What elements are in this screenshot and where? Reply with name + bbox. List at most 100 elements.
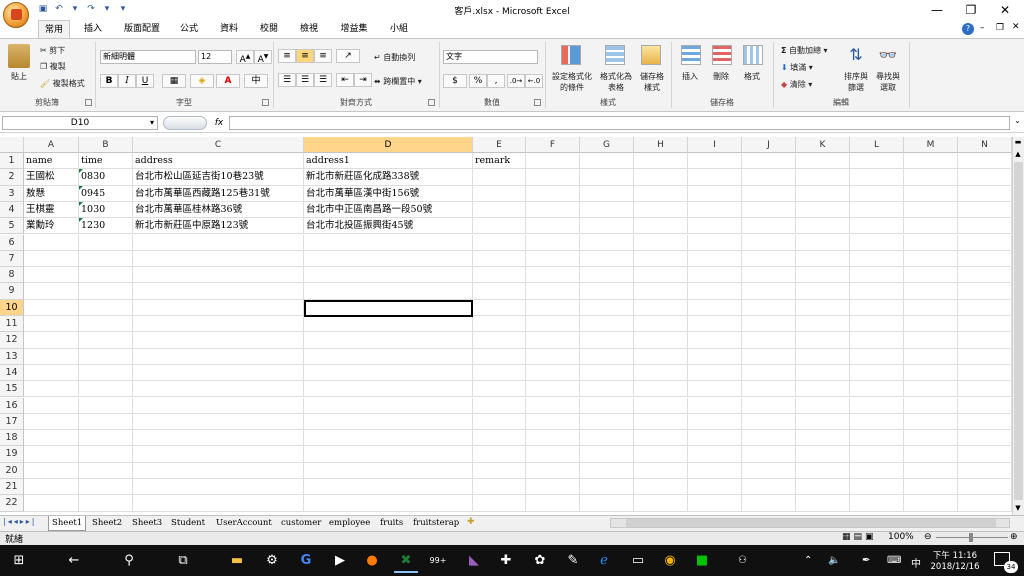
cell-h15[interactable]	[634, 381, 688, 398]
cell-h11[interactable]	[634, 316, 688, 333]
cell-b18[interactable]	[79, 430, 133, 447]
row-header-13[interactable]: 13	[0, 348, 24, 365]
cell-h8[interactable]	[634, 267, 688, 284]
align-right-icon[interactable]: ☰	[314, 73, 332, 87]
cell-m9[interactable]	[904, 283, 958, 300]
row-header-10[interactable]: 10	[0, 299, 24, 316]
row-header-14[interactable]: 14	[0, 364, 24, 382]
cell-c22[interactable]	[133, 495, 304, 512]
keyboard-icon[interactable]: ⌨	[887, 555, 901, 566]
cell-n15[interactable]	[958, 381, 1012, 398]
file-explorer-icon[interactable]: ▬	[227, 551, 247, 571]
cell-d14[interactable]	[304, 364, 473, 382]
expand-formula-icon[interactable]: ⌄	[1012, 116, 1023, 130]
cell-c16[interactable]	[133, 397, 304, 414]
increase-decimal-icon[interactable]: .0→	[507, 74, 525, 88]
horizontal-scroll-thumb[interactable]	[626, 519, 996, 527]
cell-i16[interactable]	[688, 397, 742, 414]
cell-g9[interactable]	[580, 283, 634, 300]
cell-a17[interactable]	[24, 413, 79, 431]
clock-date[interactable]: 2018/12/16	[928, 562, 982, 572]
cell-e1[interactable]: remark	[473, 153, 526, 170]
cell-e21[interactable]	[473, 479, 526, 496]
cell-n19[interactable]	[958, 446, 1012, 463]
cell-e14[interactable]	[473, 364, 526, 382]
cell-f6[interactable]	[526, 234, 580, 251]
cell-n18[interactable]	[958, 430, 1012, 447]
cell-h12[interactable]	[634, 332, 688, 349]
cell-a11[interactable]	[24, 316, 79, 333]
cell-l21[interactable]	[850, 479, 904, 496]
cell-d2[interactable]: 新北市新莊區化成路338號	[304, 169, 473, 186]
row-header-20[interactable]: 20	[0, 462, 24, 479]
format-painter-button[interactable]: 🖌 複製格式	[40, 78, 85, 89]
merge-center-button[interactable]: ⬌ 跨欄置中 ▾	[374, 76, 422, 87]
insert-cells-icon[interactable]	[681, 45, 701, 65]
cell-c20[interactable]	[133, 462, 304, 479]
cell-k17[interactable]	[796, 413, 850, 431]
paste-label[interactable]: 貼上	[11, 71, 27, 82]
cell-l17[interactable]	[850, 413, 904, 431]
cell-e8[interactable]	[473, 267, 526, 284]
cell-a9[interactable]	[24, 283, 79, 300]
cell-g8[interactable]	[580, 267, 634, 284]
cell-g18[interactable]	[580, 430, 634, 447]
cell-m6[interactable]	[904, 234, 958, 251]
cell-c12[interactable]	[133, 332, 304, 349]
cell-k18[interactable]	[796, 430, 850, 447]
cell-c15[interactable]	[133, 381, 304, 398]
cell-e4[interactable]	[473, 201, 526, 219]
column-header-c[interactable]: C	[133, 137, 304, 153]
cell-d19[interactable]	[304, 446, 473, 463]
cell-d9[interactable]	[304, 283, 473, 300]
view-buttons[interactable]: ▦▤▣	[842, 532, 877, 542]
conditional-format-button[interactable]: 設定格式化 的條件	[549, 71, 595, 93]
autosum-button[interactable]: Σ 自動加總 ▾	[781, 45, 828, 56]
row-header-12[interactable]: 12	[0, 332, 24, 349]
cell-a14[interactable]	[24, 364, 79, 382]
cell-a12[interactable]	[24, 332, 79, 349]
cell-c14[interactable]	[133, 364, 304, 382]
cell-i20[interactable]	[688, 462, 742, 479]
cut-button[interactable]: ✂ 剪下	[40, 45, 65, 56]
cell-m10[interactable]	[904, 299, 958, 316]
cell-b13[interactable]	[79, 348, 133, 365]
column-header-b[interactable]: B	[79, 137, 133, 153]
cell-k15[interactable]	[796, 381, 850, 398]
cell-c10[interactable]	[133, 299, 304, 316]
cell-i9[interactable]	[688, 283, 742, 300]
cell-k2[interactable]	[796, 169, 850, 186]
ribbon-restore-icon[interactable]: ❐	[996, 23, 1004, 33]
cell-i1[interactable]	[688, 153, 742, 170]
cell-l6[interactable]	[850, 234, 904, 251]
cell-l15[interactable]	[850, 381, 904, 398]
tab-insert[interactable]: 插入	[78, 20, 108, 38]
cell-b16[interactable]	[79, 397, 133, 414]
cell-m3[interactable]	[904, 185, 958, 202]
cell-e22[interactable]	[473, 495, 526, 512]
cell-l11[interactable]	[850, 316, 904, 333]
cell-n20[interactable]	[958, 462, 1012, 479]
sheet-tab-sheet1[interactable]: Sheet1	[48, 516, 87, 531]
cell-e18[interactable]	[473, 430, 526, 447]
column-header-m[interactable]: M	[904, 137, 958, 153]
cell-b4[interactable]: 1030	[79, 201, 133, 219]
cell-f2[interactable]	[526, 169, 580, 186]
insert-sheet-icon[interactable]: ✚	[467, 517, 475, 527]
cell-n1[interactable]	[958, 153, 1012, 170]
cell-n8[interactable]	[958, 267, 1012, 284]
cell-n5[interactable]	[958, 218, 1012, 235]
clipboard-launcher-icon[interactable]	[85, 99, 92, 106]
cell-m4[interactable]	[904, 201, 958, 219]
cell-f9[interactable]	[526, 283, 580, 300]
cell-e5[interactable]	[473, 218, 526, 235]
cell-e17[interactable]	[473, 413, 526, 431]
cell-a16[interactable]	[24, 397, 79, 414]
cell-c19[interactable]	[133, 446, 304, 463]
italic-button[interactable]: I	[118, 74, 136, 88]
cell-f22[interactable]	[526, 495, 580, 512]
scroll-down-icon[interactable]: ▼	[1013, 504, 1023, 514]
cell-h16[interactable]	[634, 397, 688, 414]
cell-i6[interactable]	[688, 234, 742, 251]
cell-j6[interactable]	[742, 234, 796, 251]
